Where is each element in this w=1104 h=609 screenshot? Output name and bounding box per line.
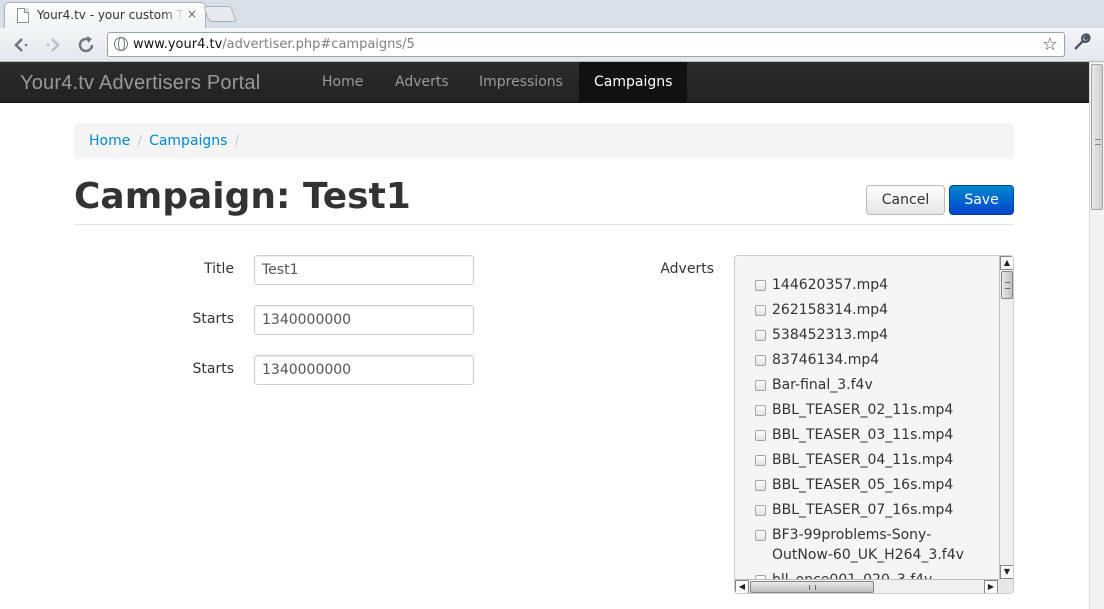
nav-campaigns[interactable]: Campaigns	[579, 62, 688, 103]
advert-checkbox[interactable]	[755, 430, 766, 441]
advert-checkbox[interactable]	[755, 280, 766, 291]
adverts-list-box[interactable]: 144620357.mp4 262158314.mp4 538452313.mp…	[734, 255, 1014, 594]
url-text[interactable]: www.your4.tv/advertiser.php#campaigns/5	[133, 37, 415, 52]
tab-close-icon[interactable]: ×	[187, 7, 197, 21]
advert-checkbox[interactable]	[755, 480, 766, 491]
adverts-vertical-scrollbar[interactable]: ▲ ▼	[999, 256, 1013, 579]
globe-icon	[114, 37, 128, 51]
scrollbar-corner	[999, 579, 1013, 593]
advert-checkbox[interactable]	[755, 505, 766, 516]
breadcrumb: Home / Campaigns /	[74, 123, 1014, 159]
grip-icon	[1095, 139, 1101, 145]
breadcrumb-separator: /	[234, 133, 240, 149]
save-button[interactable]: Save	[949, 185, 1014, 215]
advert-checkbox[interactable]	[755, 330, 766, 341]
advert-checkbox[interactable]	[755, 530, 766, 541]
adverts-horizontal-scrollbar[interactable]: ◀ ▶	[735, 579, 999, 593]
wrench-icon[interactable]	[1072, 32, 1092, 57]
starts-input[interactable]: 1340000000	[254, 305, 474, 335]
scroll-left-arrow-icon[interactable]: ◀	[735, 580, 749, 593]
nav-adverts[interactable]: Adverts	[380, 62, 464, 103]
star-icon[interactable]: ☆	[1042, 34, 1058, 55]
scroll-right-arrow-icon[interactable]: ▶	[984, 580, 998, 593]
address-bar[interactable]: www.your4.tv/advertiser.php#campaigns/5 …	[107, 32, 1065, 57]
page-scroll-thumb[interactable]	[1091, 64, 1103, 210]
advert-checkbox[interactable]	[755, 405, 766, 416]
nav-home[interactable]: Home	[307, 62, 378, 103]
brand[interactable]: Your4.tv Advertisers Portal	[20, 72, 260, 95]
reload-icon[interactable]	[74, 33, 98, 57]
adverts-label: Adverts	[660, 261, 714, 277]
scroll-thumb[interactable]	[1001, 271, 1013, 299]
browser-tab-strip: Your4.tv - your custom TV ×	[0, 0, 1104, 28]
ends-label: Starts	[192, 361, 235, 377]
page-icon	[17, 8, 29, 23]
advert-checkbox[interactable]	[755, 355, 766, 366]
cancel-button[interactable]: Cancel	[866, 185, 945, 215]
advert-checkbox[interactable]	[755, 455, 766, 466]
top-navbar: Your4.tv Advertisers Portal Home Adverts…	[0, 62, 1089, 103]
breadcrumb-home[interactable]: Home	[89, 133, 130, 149]
breadcrumb-separator: /	[137, 133, 143, 149]
ends-input[interactable]: 1340000000	[254, 355, 474, 385]
breadcrumb-campaigns[interactable]: Campaigns	[149, 133, 227, 149]
scroll-up-arrow-icon[interactable]: ▲	[1000, 256, 1013, 270]
scroll-thumb[interactable]	[750, 581, 874, 593]
browser-tab[interactable]: Your4.tv - your custom TV ×	[4, 2, 206, 28]
forward-icon[interactable]	[42, 33, 66, 57]
title-label: Title	[203, 261, 234, 277]
nav-impressions[interactable]: Impressions	[464, 62, 578, 103]
advert-checkbox[interactable]	[755, 380, 766, 391]
adverts-list: 144620357.mp4 262158314.mp4 538452313.mp…	[735, 256, 999, 579]
tab-title: Your4.tv - your custom TV	[37, 8, 185, 22]
advert-checkbox[interactable]	[755, 305, 766, 316]
browser-toolbar: www.your4.tv/advertiser.php#campaigns/5 …	[0, 28, 1104, 62]
scroll-down-arrow-icon[interactable]: ▼	[1000, 565, 1013, 579]
new-tab-button[interactable]	[203, 6, 237, 22]
back-icon[interactable]	[8, 33, 32, 57]
page-title: Campaign: Test1	[74, 176, 411, 217]
page-viewport: Your4.tv Advertisers Portal Home Adverts…	[0, 62, 1089, 609]
page-scrollbar[interactable]	[1089, 62, 1104, 609]
starts-label: Starts	[192, 311, 235, 327]
header-divider	[74, 224, 1014, 225]
title-input[interactable]: Test1	[254, 255, 474, 285]
